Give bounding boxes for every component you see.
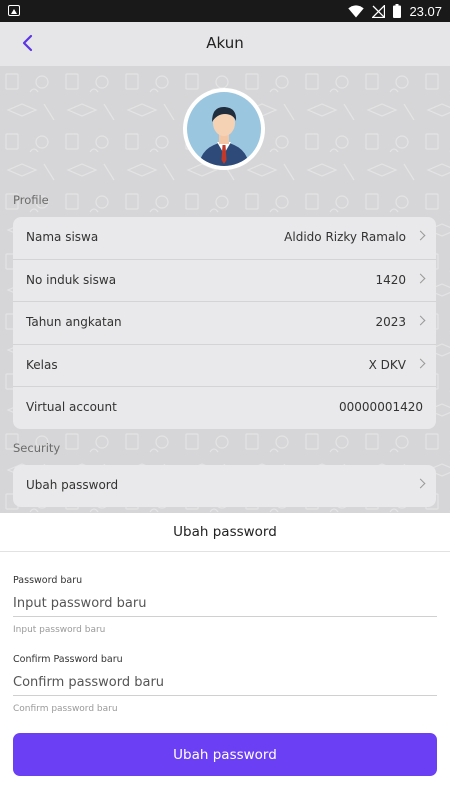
row-value: 00000001420: [339, 400, 423, 414]
confirm-password-label: Confirm Password baru: [13, 654, 123, 665]
battery-icon: [393, 4, 402, 18]
profile-row-tahun-angkatan[interactable]: Tahun angkatan 2023: [13, 302, 436, 345]
profile-row-kelas[interactable]: Kelas X DKV: [13, 345, 436, 387]
profile-row-no-induk-siswa[interactable]: No induk siswa 1420: [13, 260, 436, 302]
page-title: Akun: [206, 34, 244, 52]
new-password-field[interactable]: [13, 590, 437, 617]
change-password-sheet: Ubah password Password baru Input passwo…: [0, 513, 450, 800]
profile-row-virtual-account: Virtual account 00000001420: [13, 387, 436, 429]
profile-section-label: Profile: [13, 193, 49, 207]
security-section-label: Security: [13, 441, 61, 455]
ubah-password-button[interactable]: Ubah password: [13, 733, 437, 776]
security-card: Ubah password: [13, 465, 436, 507]
chevron-right-icon: [415, 358, 426, 368]
row-value: 1420: [375, 272, 406, 287]
chevron-right-icon: [415, 230, 426, 241]
profile-avatar[interactable]: [183, 88, 265, 170]
profile-row-nama-siswa[interactable]: Nama siswa Aldido Rizky Ramalo: [13, 217, 436, 260]
app-bar: Akun: [0, 22, 450, 66]
sheet-divider: [0, 551, 450, 552]
row-label: Virtual account: [26, 400, 117, 414]
row-value: Aldido Rizky Ramalo: [284, 230, 406, 244]
chevron-right-icon: [415, 315, 426, 326]
row-value: 2023: [375, 315, 406, 329]
confirm-password-field[interactable]: [13, 669, 437, 696]
row-value: X DKV: [368, 357, 406, 372]
chevron-right-icon: [415, 478, 426, 489]
security-row-ubah-password[interactable]: Ubah password: [13, 465, 436, 507]
row-label: Tahun angkatan: [26, 315, 122, 329]
new-password-label: Password baru: [13, 575, 83, 586]
new-password-helper: Input password baru: [13, 625, 106, 635]
no-signal-icon: [372, 4, 386, 18]
row-label: Ubah password: [26, 478, 119, 492]
chevron-right-icon: [415, 273, 426, 283]
sheet-title: Ubah password: [173, 524, 277, 540]
student-avatar-illustration: [199, 106, 249, 166]
image-icon: [8, 5, 20, 16]
status-bar: 23.07: [0, 0, 450, 22]
row-label: No induk siswa: [26, 272, 117, 287]
clock-time: 23.07: [409, 3, 442, 19]
row-label: Nama siswa: [26, 230, 99, 244]
confirm-password-helper: Confirm password baru: [13, 704, 118, 714]
profile-card: Nama siswa Aldido Rizky Ramalo No induk …: [13, 217, 436, 429]
row-label: Kelas: [26, 357, 58, 372]
wifi-icon: [348, 4, 365, 18]
